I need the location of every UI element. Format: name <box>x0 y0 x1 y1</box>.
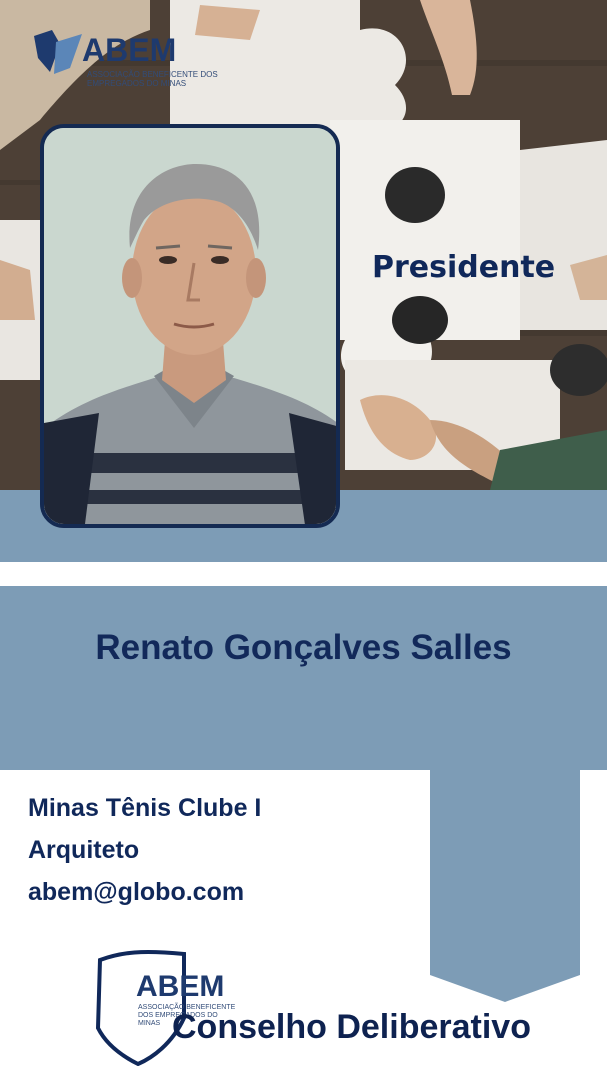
abem-logo: ABEM ASSOCIAÇÃO BENEFICENTE DOS EMPREGAD… <box>30 28 218 90</box>
member-details: Minas Tênis Clube I Arquiteto abem@globo… <box>28 792 261 918</box>
member-email: abem@globo.com <box>28 878 245 906</box>
logo-text: ABEM <box>82 32 177 68</box>
logo-subtitle: ASSOCIAÇÃO BENEFICENTE DOS EMPREGADOS DO… <box>87 70 218 88</box>
blue-band-name <box>0 586 607 770</box>
white-divider <box>6 562 607 586</box>
member-club: Minas Tênis Clube I <box>28 794 262 822</box>
member-profession: Arquiteto <box>28 836 140 864</box>
footer-logo-text: ABEM <box>136 970 225 1003</box>
ribbon-banner <box>430 770 580 1002</box>
council-title: Conselho Deliberativo <box>172 1008 531 1046</box>
role-title: Presidente <box>372 250 556 285</box>
portrait-photo <box>44 128 336 524</box>
abem-logo-icon <box>34 30 82 74</box>
portrait-frame <box>40 124 340 528</box>
member-name: Renato Gonçalves Salles <box>95 628 512 667</box>
